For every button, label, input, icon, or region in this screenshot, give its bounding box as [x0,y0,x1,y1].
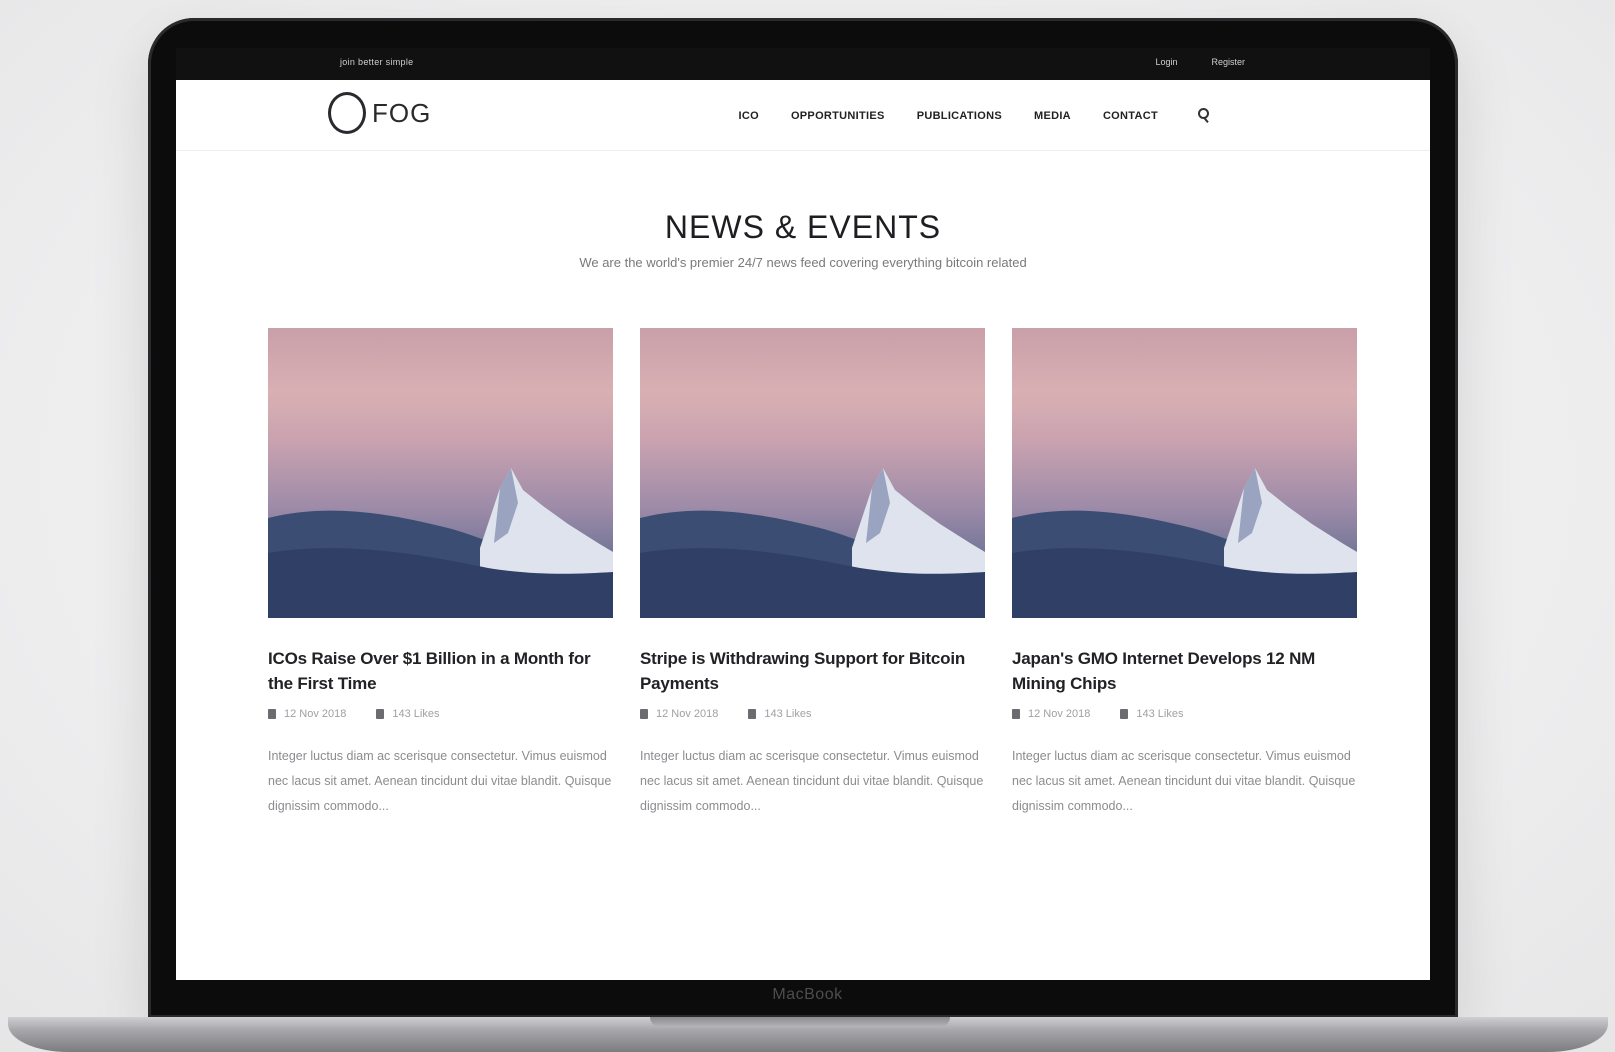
card-image[interactable] [268,328,613,618]
logo[interactable]: FOG [328,92,431,134]
logo-text: FOG [372,97,432,128]
card-title[interactable]: Japan's GMO Internet Develops 12 NM Mini… [1012,646,1357,696]
card-excerpt: Integer luctus diam ac scerisque consect… [640,749,984,813]
mountain-illustration [1012,468,1357,618]
laptop-screen: join better simple Login Register FOG IC… [176,48,1430,980]
nav-item-media[interactable]: MEDIA [1034,110,1071,122]
calendar-icon [1012,709,1020,719]
mountain-illustration [268,468,613,618]
news-card[interactable]: Japan's GMO Internet Develops 12 NM Mini… [1012,328,1357,819]
heart-icon [748,709,757,719]
card-title[interactable]: Stripe is Withdrawing Support for Bitcoi… [640,646,985,696]
card-meta: 12 Nov 2018 143 Likes [268,708,613,720]
card-meta: 12 Nov 2018 143 Likes [1012,708,1357,720]
nav-item-ico[interactable]: ICO [738,110,758,122]
register-link[interactable]: Register [1211,57,1245,67]
card-likes: 143 Likes [392,708,440,720]
card-image[interactable] [1012,328,1357,618]
heart-icon [1120,709,1129,719]
card-excerpt: Integer luctus diam ac scerisque consect… [268,749,612,813]
section-title: NEWS & EVENTS [664,209,942,246]
mountain-illustration [640,468,985,618]
card-date: 12 Nov 2018 [656,708,719,720]
card-image[interactable] [640,328,985,618]
card-title[interactable]: ICOs Raise Over $1 Billion in a Month fo… [268,646,613,696]
card-excerpt: Integer luctus diam ac scerisque consect… [1012,749,1356,813]
card-likes: 143 Likes [764,708,812,720]
login-link[interactable]: Login [1155,57,1177,67]
search-icon[interactable] [1196,107,1209,125]
calendar-icon [268,709,276,719]
nav-item-contact[interactable]: CONTACT [1103,110,1158,122]
card-meta: 12 Nov 2018 143 Likes [640,708,985,720]
device-label: MacBook [772,986,843,1003]
section-subtitle: We are the world's premier 24/7 news fee… [579,255,1027,270]
laptop-notch [650,1017,950,1027]
card-date: 12 Nov 2018 [284,708,347,720]
nav-item-publications[interactable]: PUBLICATIONS [917,110,1002,122]
logo-circle-icon [328,92,366,134]
calendar-icon [640,709,648,719]
card-date: 12 Nov 2018 [1028,708,1091,720]
top-bar-text: join better simple [340,57,414,67]
news-card[interactable]: Stripe is Withdrawing Support for Bitcoi… [640,328,985,819]
news-card[interactable]: ICOs Raise Over $1 Billion in a Month fo… [268,328,613,819]
top-bar-links: Login Register [1155,57,1245,67]
nav-item-opportunities[interactable]: OPPORTUNITIES [791,110,885,122]
main-nav: ICO OPPORTUNITIES PUBLICATIONS MEDIA CON… [738,107,1209,125]
top-bar: join better simple Login Register [176,48,1430,80]
news-cards: ICOs Raise Over $1 Billion in a Month fo… [268,328,1357,819]
card-likes: 143 Likes [1136,708,1184,720]
heart-icon [376,709,385,719]
site-header: FOG ICO OPPORTUNITIES PUBLICATIONS MEDIA… [176,80,1430,151]
